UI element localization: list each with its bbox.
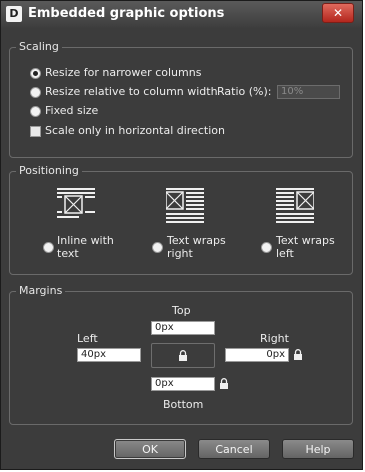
left-margin-input[interactable]: 40px xyxy=(77,348,141,362)
positioning-legend: Positioning xyxy=(16,164,82,177)
inline-label-line1[interactable]: Inline with xyxy=(57,234,114,247)
margins-group: Margins Top 0px Left 40px Right 0px 0px … xyxy=(9,284,353,425)
wrap-right-label-line2[interactable]: right xyxy=(167,247,193,260)
scaling-group: Scaling Resize for narrower columns Resi… xyxy=(9,40,353,158)
inline-label-line2[interactable]: text xyxy=(57,247,79,260)
horizontal-only-label[interactable]: Scale only in horizontal direction xyxy=(45,124,225,137)
fixed-size-radio[interactable] xyxy=(30,106,41,117)
horizontal-only-checkbox[interactable] xyxy=(30,126,41,137)
right-margin-input[interactable]: 0px xyxy=(225,348,289,362)
resize-relative-radio[interactable] xyxy=(30,87,41,98)
scaling-legend: Scaling xyxy=(16,40,62,53)
wrap-left-label-line2[interactable]: left xyxy=(276,247,294,260)
cancel-button[interactable]: Cancel xyxy=(198,439,270,459)
center-lock-icon[interactable] xyxy=(178,350,188,361)
resize-narrower-radio[interactable] xyxy=(30,68,41,79)
ok-button[interactable]: OK xyxy=(114,439,186,459)
top-margin-input[interactable]: 0px xyxy=(151,321,215,335)
wrap-right-label-line1[interactable]: Text wraps xyxy=(167,234,226,247)
wrap-right-layout-icon[interactable] xyxy=(166,188,204,224)
wrap-left-label-line1[interactable]: Text wraps xyxy=(276,234,335,247)
app-logo-icon: D xyxy=(6,6,22,22)
wrap-left-radio[interactable] xyxy=(261,242,272,253)
wrap-left-layout-icon[interactable] xyxy=(276,188,314,224)
bottom-label: Bottom xyxy=(163,398,204,411)
top-label: Top xyxy=(172,304,191,317)
bottom-lock-icon[interactable] xyxy=(219,378,229,389)
title-bar[interactable]: D Embedded graphic options ✕ xyxy=(1,1,362,28)
fixed-size-label[interactable]: Fixed size xyxy=(45,104,98,117)
dialog-title: Embedded graphic options xyxy=(28,6,225,21)
right-lock-icon[interactable] xyxy=(293,349,303,360)
positioning-group: Positioning Inline with text Text wraps … xyxy=(9,164,353,275)
resize-relative-label[interactable]: Resize relative to column width xyxy=(45,85,218,98)
inline-layout-icon[interactable] xyxy=(57,188,95,222)
ratio-input[interactable]: 10% xyxy=(277,85,340,99)
inline-radio[interactable] xyxy=(43,242,54,253)
close-button[interactable]: ✕ xyxy=(322,3,354,23)
bottom-margin-input[interactable]: 0px xyxy=(151,377,215,391)
ratio-label: Ratio (%): xyxy=(217,85,272,98)
left-label: Left xyxy=(77,332,98,345)
margins-legend: Margins xyxy=(16,284,66,297)
dialog-window: D Embedded graphic options ✕ Scaling Res… xyxy=(0,0,363,470)
resize-narrower-label[interactable]: Resize for narrower columns xyxy=(45,66,201,79)
wrap-right-radio[interactable] xyxy=(152,242,163,253)
help-button[interactable]: Help xyxy=(282,439,354,459)
right-label: Right xyxy=(260,332,289,345)
